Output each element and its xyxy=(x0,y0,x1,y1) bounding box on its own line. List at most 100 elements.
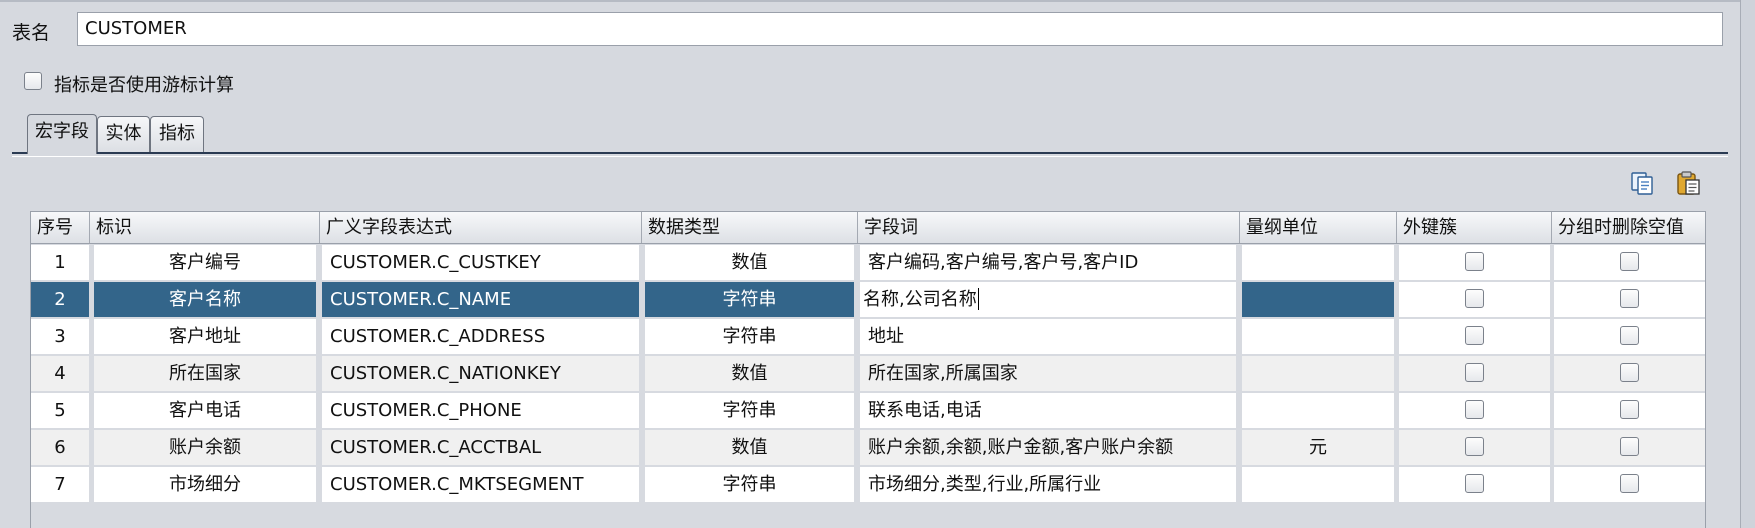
cell-field-words[interactable]: 地址 xyxy=(860,319,1236,354)
table-name-input[interactable]: CUSTOMER xyxy=(77,12,1723,46)
cell-drop-null xyxy=(1554,430,1705,465)
foreign-key-checkbox[interactable] xyxy=(1465,326,1484,345)
cell-data-type[interactable]: 数值 xyxy=(645,430,854,465)
cell-id[interactable]: 所在国家 xyxy=(94,356,316,391)
table-row[interactable]: 6 账户余额 CUSTOMER.C_ACCTBAL 数值 账户余额,余额,账户金… xyxy=(31,429,1705,466)
cell-id[interactable]: 客户地址 xyxy=(94,319,316,354)
cell-unit[interactable] xyxy=(1242,319,1394,354)
table-row[interactable]: 7 市场细分 CUSTOMER.C_MKTSEGMENT 字符串 市场细分,类型… xyxy=(31,466,1705,503)
cell-unit[interactable] xyxy=(1242,282,1394,317)
cell-unit[interactable] xyxy=(1242,245,1394,280)
cell-field-words[interactable]: 联系电话,电话 xyxy=(860,393,1236,428)
cell-drop-null xyxy=(1554,245,1705,280)
copy-button[interactable] xyxy=(1629,170,1655,196)
cell-expression[interactable]: CUSTOMER.C_PHONE xyxy=(322,393,639,428)
cell-drop-null xyxy=(1554,319,1705,354)
cell-seq[interactable]: 7 xyxy=(31,467,89,502)
drop-null-checkbox[interactable] xyxy=(1620,400,1639,419)
foreign-key-checkbox[interactable] xyxy=(1465,400,1484,419)
cell-foreign-key xyxy=(1399,282,1550,317)
column-header-drop-null[interactable]: 分组时删除空值 xyxy=(1552,212,1705,243)
cell-expression[interactable]: CUSTOMER.C_ACCTBAL xyxy=(322,430,639,465)
macro-field-table: 序号 标识 广义字段表达式 数据类型 字段词 量纲单位 外键簇 分组时删除空值 … xyxy=(30,211,1706,528)
tab-macro-fields[interactable]: 宏字段 xyxy=(27,114,97,154)
field-words-edit-text[interactable]: 名称,公司名称 xyxy=(863,289,977,310)
cell-expression[interactable]: CUSTOMER.C_MKTSEGMENT xyxy=(322,467,639,502)
table-row[interactable]: 4 所在国家 CUSTOMER.C_NATIONKEY 数值 所在国家,所属国家 xyxy=(31,355,1705,392)
cell-seq[interactable]: 5 xyxy=(31,393,89,428)
cell-foreign-key xyxy=(1399,319,1550,354)
cell-unit[interactable] xyxy=(1242,393,1394,428)
cell-id[interactable]: 账户余额 xyxy=(94,430,316,465)
cell-field-words[interactable]: 市场细分,类型,行业,所属行业 xyxy=(860,467,1236,502)
cell-seq[interactable]: 3 xyxy=(31,319,89,354)
cell-foreign-key xyxy=(1399,430,1550,465)
column-header-seq[interactable]: 序号 xyxy=(31,212,90,243)
cell-data-type[interactable]: 字符串 xyxy=(645,393,854,428)
cell-id[interactable]: 客户名称 xyxy=(94,282,316,317)
foreign-key-checkbox[interactable] xyxy=(1465,363,1484,382)
paste-icon xyxy=(1677,171,1700,195)
cursor-calculation-label: 指标是否使用游标计算 xyxy=(54,75,234,96)
foreign-key-checkbox[interactable] xyxy=(1465,437,1484,456)
cell-field-words-editor[interactable]: 名称,公司名称 xyxy=(860,282,1236,317)
tab-indicator[interactable]: 指标 xyxy=(150,116,204,152)
macro-field-editor: 表名 CUSTOMER 指标是否使用游标计算 宏字段 实体 指标 序号 标识 广… xyxy=(0,0,1755,528)
drop-null-checkbox[interactable] xyxy=(1620,252,1639,271)
table-row-selected[interactable]: 2 客户名称 CUSTOMER.C_NAME 字符串 名称,公司名称 xyxy=(31,281,1705,318)
column-header-foreign-key[interactable]: 外键簇 xyxy=(1397,212,1552,243)
foreign-key-checkbox[interactable] xyxy=(1465,474,1484,493)
cell-unit[interactable]: 元 xyxy=(1242,430,1394,465)
cell-expression[interactable]: CUSTOMER.C_CUSTKEY xyxy=(322,245,639,280)
cell-expression[interactable]: CUSTOMER.C_NATIONKEY xyxy=(322,356,639,391)
column-header-expression[interactable]: 广义字段表达式 xyxy=(320,212,642,243)
cell-foreign-key xyxy=(1399,356,1550,391)
cursor-calculation-checkbox[interactable] xyxy=(24,72,42,90)
cell-foreign-key xyxy=(1399,245,1550,280)
cell-expression[interactable]: CUSTOMER.C_NAME xyxy=(322,282,639,317)
column-header-field-words[interactable]: 字段词 xyxy=(858,212,1240,243)
cell-field-words[interactable]: 客户编码,客户编号,客户号,客户ID xyxy=(860,245,1236,280)
cell-unit[interactable] xyxy=(1242,467,1394,502)
cell-field-words[interactable]: 账户余额,余额,账户金额,客户账户余额 xyxy=(860,430,1236,465)
cell-data-type[interactable]: 数值 xyxy=(645,245,854,280)
cell-drop-null xyxy=(1554,282,1705,317)
cell-foreign-key xyxy=(1399,467,1550,502)
table-row[interactable]: 3 客户地址 CUSTOMER.C_ADDRESS 字符串 地址 xyxy=(31,318,1705,355)
text-caret xyxy=(977,287,979,310)
tab-entity[interactable]: 实体 xyxy=(97,116,150,152)
column-header-id[interactable]: 标识 xyxy=(90,212,320,243)
cell-seq[interactable]: 6 xyxy=(31,430,89,465)
paste-button[interactable] xyxy=(1676,170,1702,196)
cell-data-type[interactable]: 数值 xyxy=(645,356,854,391)
cell-drop-null xyxy=(1554,467,1705,502)
table-row[interactable]: 1 客户编号 CUSTOMER.C_CUSTKEY 数值 客户编码,客户编号,客… xyxy=(31,244,1705,281)
drop-null-checkbox[interactable] xyxy=(1620,437,1639,456)
table-name-label: 表名 xyxy=(12,22,51,44)
cell-id[interactable]: 市场细分 xyxy=(94,467,316,502)
cell-unit[interactable] xyxy=(1242,356,1394,391)
cell-data-type[interactable]: 字符串 xyxy=(645,467,854,502)
foreign-key-checkbox[interactable] xyxy=(1465,252,1484,271)
cell-seq[interactable]: 4 xyxy=(31,356,89,391)
cell-seq[interactable]: 2 xyxy=(31,282,89,317)
foreign-key-checkbox[interactable] xyxy=(1465,289,1484,308)
cell-drop-null xyxy=(1554,356,1705,391)
tab-strip-divider xyxy=(12,152,1728,154)
column-header-unit[interactable]: 量纲单位 xyxy=(1240,212,1397,243)
drop-null-checkbox[interactable] xyxy=(1620,289,1639,308)
drop-null-checkbox[interactable] xyxy=(1620,363,1639,382)
cell-seq[interactable]: 1 xyxy=(31,245,89,280)
drop-null-checkbox[interactable] xyxy=(1620,326,1639,345)
cell-drop-null xyxy=(1554,393,1705,428)
table-row[interactable]: 5 客户电话 CUSTOMER.C_PHONE 字符串 联系电话,电话 xyxy=(31,392,1705,429)
right-edge-panel xyxy=(1740,0,1755,528)
cell-id[interactable]: 客户编号 xyxy=(94,245,316,280)
column-header-data-type[interactable]: 数据类型 xyxy=(642,212,858,243)
drop-null-checkbox[interactable] xyxy=(1620,474,1639,493)
cell-data-type[interactable]: 字符串 xyxy=(645,282,854,317)
cell-expression[interactable]: CUSTOMER.C_ADDRESS xyxy=(322,319,639,354)
cell-field-words[interactable]: 所在国家,所属国家 xyxy=(860,356,1236,391)
cell-data-type[interactable]: 字符串 xyxy=(645,319,854,354)
cell-id[interactable]: 客户电话 xyxy=(94,393,316,428)
